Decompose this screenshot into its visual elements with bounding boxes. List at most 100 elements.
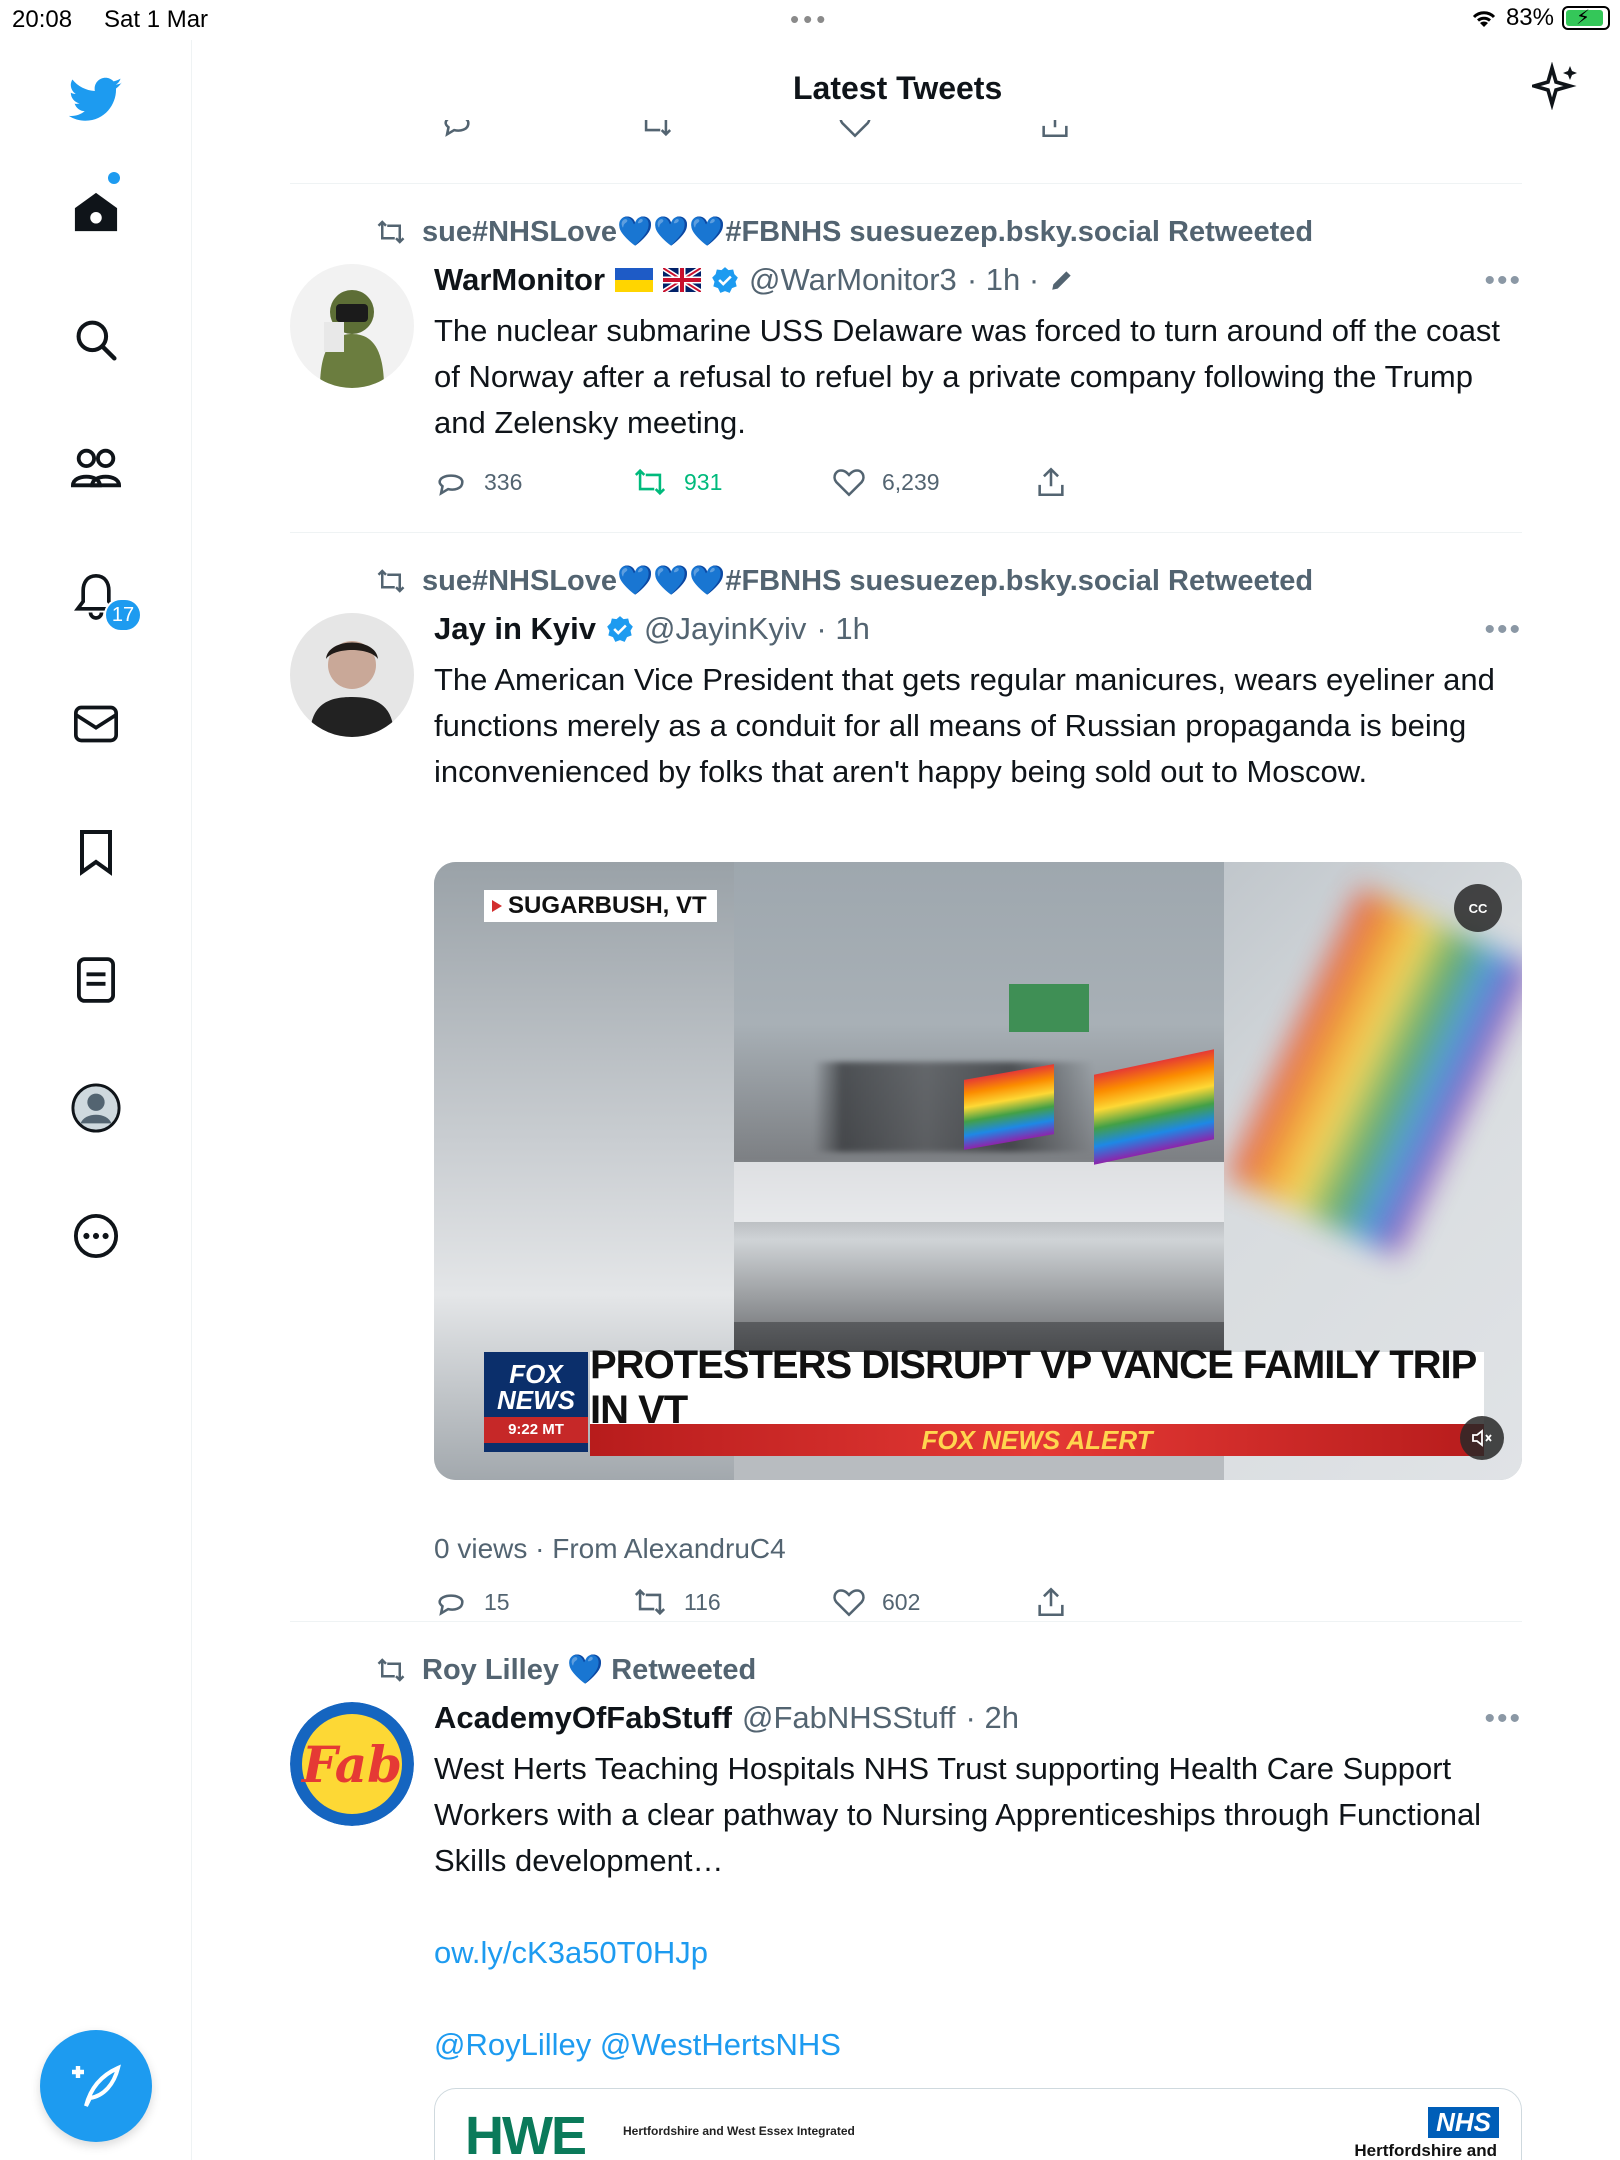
verified-badge-icon [712, 267, 738, 293]
home-new-indicator [108, 172, 120, 184]
author-handle[interactable]: @FabNHSStuff [742, 1700, 956, 1736]
reply-button[interactable]: 15 [434, 1582, 510, 1622]
tweet-header: AcademyOfFabStuff @FabNHSStuff · 2h [434, 1696, 1019, 1740]
video-player[interactable]: SUGARBUSH, VT CC FOX NEWS 9:22 MT PROTES… [434, 862, 1522, 1480]
retweet-button[interactable]: 931 [632, 462, 722, 502]
hwe-logo: HWE [465, 2106, 587, 2160]
like-button[interactable]: 6,239 [832, 462, 940, 502]
multitasking-dots-icon[interactable]: ••• [790, 4, 829, 35]
share-button[interactable] [1034, 462, 1068, 502]
author-name[interactable]: WarMonitor [434, 262, 605, 298]
retweet-icon[interactable] [638, 120, 674, 140]
share-icon [1038, 467, 1064, 497]
video-location-tag: SUGARBUSH, VT [484, 890, 717, 922]
tweet-time[interactable]: · 1h · [967, 262, 1039, 298]
tweet-more-icon[interactable]: ••• [1484, 1702, 1522, 1736]
tweet-link[interactable]: ow.ly/cK3a50T0HJp [434, 1930, 1524, 1976]
avatar[interactable] [290, 264, 414, 388]
tweet-text: The nuclear submarine USS Delaware was f… [434, 313, 1501, 440]
tweet-more-icon[interactable]: ••• [1484, 264, 1522, 298]
retweet-button[interactable]: 116 [632, 1582, 721, 1622]
uk-flag-icon [663, 268, 702, 292]
author-handle[interactable]: @JayinKyiv [644, 611, 806, 647]
retweet-context: Roy Lilley 💙 Retweeted [374, 1650, 756, 1690]
reply-button[interactable]: 336 [434, 462, 522, 502]
reply-icon[interactable] [440, 120, 474, 140]
avatar[interactable] [290, 613, 414, 737]
play-triangle-icon [492, 900, 502, 912]
home-icon[interactable] [66, 182, 126, 242]
retweet-icon [377, 220, 405, 244]
nhs-logo-subtitle: Hertfordshire and [1354, 2141, 1497, 2160]
tweet-actions: 336 931 6,239 [434, 462, 1134, 502]
profile-avatar-icon[interactable] [66, 1078, 126, 1138]
search-icon[interactable] [66, 310, 126, 370]
status-date: Sat 1 Mar [104, 6, 209, 33]
tweet-card[interactable]: Roy Lilley 💙 Retweeted Fab AcademyOfFabS… [290, 1622, 1522, 2160]
bookmark-icon[interactable] [66, 822, 126, 882]
retweet-icon [634, 468, 666, 496]
retweet-context: sue#NHSLove💙💙💙#FBNHS suesuezep.bsky.soci… [374, 212, 1313, 252]
avatar[interactable]: Fab [290, 1702, 414, 1826]
tweet-header: WarMonitor @WarMonitor3 · 1h · [434, 258, 1075, 302]
hwe-logo-subtitle: Hertfordshire and West Essex Integrated [623, 2124, 855, 2138]
like-button[interactable]: 602 [832, 1582, 920, 1622]
reply-icon [438, 474, 464, 496]
chyron-time: 9:22 MT [484, 1417, 588, 1443]
author-name[interactable]: Jay in Kyiv [434, 611, 596, 647]
compose-tweet-button[interactable] [40, 2030, 152, 2142]
fox-logo-line2: NEWS [497, 1385, 575, 1415]
video-frame [734, 862, 1224, 1402]
tweet-mentions[interactable]: @RoyLilley @WestHertsNHS [434, 2022, 1524, 2068]
video-views-source: 0 views · From AlexandruC4 [434, 1533, 786, 1564]
share-icon[interactable] [1038, 120, 1072, 140]
retweeted-by-label[interactable]: sue#NHSLove💙💙💙#FBNHS suesuezep.bsky.soci… [422, 564, 1313, 598]
retweet-count: 116 [684, 1588, 721, 1615]
page-title: Latest Tweets [793, 70, 1003, 106]
edited-pencil-icon [1052, 271, 1071, 290]
more-options-icon[interactable] [66, 1206, 126, 1266]
tweet-text: West Herts Teaching Hospitals NHS Trust … [434, 1751, 1482, 1878]
like-count: 602 [882, 1588, 921, 1615]
status-time: 20:08 [12, 6, 73, 33]
share-button[interactable] [1034, 1582, 1068, 1622]
author-handle[interactable]: @WarMonitor3 [749, 262, 957, 298]
sparkle-icon[interactable] [1527, 61, 1580, 115]
chyron-headline: PROTESTERS DISRUPT VP VANCE FAMILY TRIP … [590, 1343, 1484, 1432]
verified-badge-icon [607, 616, 633, 642]
messages-icon[interactable] [66, 694, 126, 754]
retweeted-by-label[interactable]: sue#NHSLove💙💙💙#FBNHS suesuezep.bsky.soci… [422, 215, 1313, 249]
news-chyron: FOX NEWS 9:22 MT PROTESTERS DISRUPT VP V… [484, 1343, 1484, 1456]
notifications-badge: 17 [104, 598, 142, 632]
retweet-icon [377, 1658, 405, 1682]
fox-news-logo: FOX NEWS 9:22 MT [484, 1352, 588, 1452]
tweet-time[interactable]: · 1h [816, 611, 869, 647]
speaker-muted-icon [1472, 1429, 1492, 1447]
retweeted-by-label[interactable]: Roy Lilley 💙 Retweeted [422, 1653, 756, 1687]
sidebar: 17 [0, 40, 192, 2160]
reply-count: 15 [484, 1588, 510, 1615]
retweet-context: sue#NHSLove💙💙💙#FBNHS suesuezep.bsky.soci… [374, 561, 1313, 601]
mute-button[interactable] [1460, 1416, 1504, 1460]
like-icon[interactable] [838, 120, 872, 140]
link-preview-card[interactable]: HWE Hertfordshire and West Essex Integra… [434, 2088, 1522, 2160]
battery-percent: 83% [1505, 4, 1554, 31]
video-location-label: SUGARBUSH, VT [508, 892, 707, 919]
battery-icon: ⚡ [1562, 6, 1610, 30]
status-bar: 20:08 Sat 1 Mar ••• 83% ⚡ [0, 0, 1620, 40]
tweet-more-icon[interactable]: ••• [1484, 613, 1522, 647]
twitter-logo-icon[interactable] [66, 70, 126, 130]
retweet-icon [377, 569, 405, 593]
tweet-text: The American Vice President that gets re… [434, 662, 1495, 789]
communities-icon[interactable] [66, 438, 126, 498]
tweet-card[interactable]: sue#NHSLove💙💙💙#FBNHS suesuezep.bsky.soci… [290, 533, 1522, 1621]
svg-text:Fab: Fab [300, 1735, 402, 1794]
tweet-card[interactable]: sue#NHSLove💙💙💙#FBNHS suesuezep.bsky.soci… [290, 184, 1522, 532]
tweet-time[interactable]: · 2h [966, 1700, 1019, 1736]
nhs-logo: NHS [1428, 2107, 1499, 2138]
author-name[interactable]: AcademyOfFabStuff [434, 1700, 732, 1736]
ukraine-flag-icon [615, 268, 654, 292]
captions-button[interactable]: CC [1454, 884, 1502, 932]
lists-icon[interactable] [66, 950, 126, 1010]
tweet-header: Jay in Kyiv @JayinKyiv · 1h [434, 607, 870, 651]
